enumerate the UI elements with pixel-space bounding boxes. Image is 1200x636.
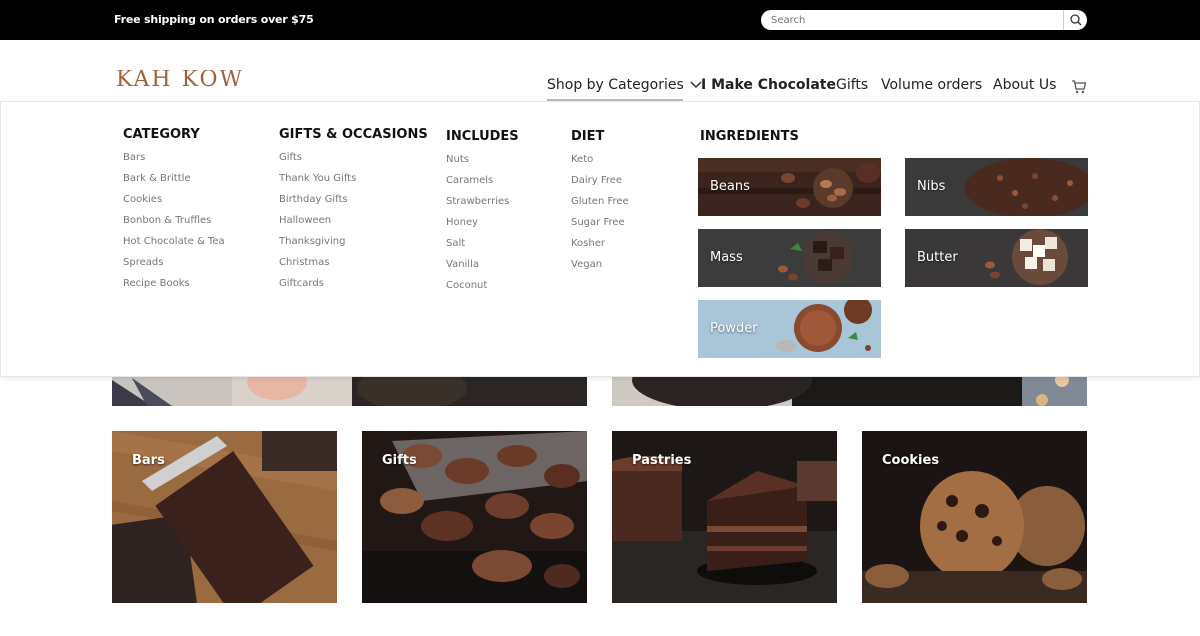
menu-item-sugar-free[interactable]: Sugar Free bbox=[571, 217, 625, 228]
menu-heading-ingredients: INGREDIENTS bbox=[700, 129, 799, 144]
menu-item-salt[interactable]: Salt bbox=[446, 238, 465, 249]
menu-item-dairy-free[interactable]: Dairy Free bbox=[571, 175, 622, 186]
category-card-bars[interactable]: Bars bbox=[112, 431, 337, 603]
search-box[interactable] bbox=[761, 10, 1087, 30]
ingredient-tile-mass[interactable]: Mass bbox=[698, 229, 881, 287]
ingredient-tile-beans[interactable]: Beans bbox=[698, 158, 881, 216]
menu-item-halloween[interactable]: Halloween bbox=[279, 215, 331, 226]
menu-item-kosher[interactable]: Kosher bbox=[571, 238, 605, 249]
menu-item-nuts[interactable]: Nuts bbox=[446, 154, 469, 165]
menu-heading-includes: INCLUDES bbox=[446, 129, 519, 144]
cart-button[interactable] bbox=[1071, 79, 1087, 98]
search-icon bbox=[1070, 14, 1082, 26]
nav-label: Shop by Categories bbox=[547, 77, 684, 93]
menu-item-thank-you-gifts[interactable]: Thank You Gifts bbox=[279, 173, 356, 184]
menu-item-vegan[interactable]: Vegan bbox=[571, 259, 602, 270]
menu-item-keto[interactable]: Keto bbox=[571, 154, 593, 165]
menu-heading-diet: DIET bbox=[571, 129, 605, 144]
menu-item-bonbon-truffles[interactable]: Bonbon & Truffles bbox=[123, 215, 211, 226]
shipping-banner: Free shipping on orders over $75 bbox=[114, 13, 314, 26]
card-label: Bars bbox=[132, 453, 165, 468]
nav-i-make-chocolate[interactable]: I Make Chocolate bbox=[701, 77, 836, 93]
menu-item-cookies[interactable]: Cookies bbox=[123, 194, 162, 205]
menu-item-recipe-books[interactable]: Recipe Books bbox=[123, 278, 190, 289]
menu-item-birthday-gifts[interactable]: Birthday Gifts bbox=[279, 194, 348, 205]
menu-item-gluten-free[interactable]: Gluten Free bbox=[571, 196, 629, 207]
category-card-cookies[interactable]: Cookies bbox=[862, 431, 1087, 603]
menu-item-thanksgiving[interactable]: Thanksgiving bbox=[279, 236, 345, 247]
menu-item-vanilla[interactable]: Vanilla bbox=[446, 259, 479, 270]
nav-gifts[interactable]: Gifts bbox=[836, 77, 868, 93]
category-card-pastries[interactable]: Pastries bbox=[612, 431, 837, 603]
menu-item-spreads[interactable]: Spreads bbox=[123, 257, 163, 268]
nav-shop-by-categories[interactable]: Shop by Categories bbox=[547, 77, 702, 93]
category-card-gifts[interactable]: Gifts bbox=[362, 431, 587, 603]
ingredient-tile-nibs[interactable]: Nibs bbox=[905, 158, 1088, 216]
menu-item-caramels[interactable]: Caramels bbox=[446, 175, 493, 186]
menu-item-honey[interactable]: Honey bbox=[446, 217, 478, 228]
top-bar: Free shipping on orders over $75 bbox=[0, 0, 1200, 40]
menu-heading-category: CATEGORY bbox=[123, 127, 200, 142]
tile-label: Mass bbox=[710, 250, 743, 265]
card-label: Gifts bbox=[382, 453, 417, 468]
tile-label: Powder bbox=[710, 321, 758, 336]
menu-item-strawberries[interactable]: Strawberries bbox=[446, 196, 509, 207]
logo[interactable]: KAH KOW bbox=[116, 70, 244, 101]
categories-mega-menu: CATEGORY Bars Bark & Brittle Cookies Bon… bbox=[0, 101, 1200, 377]
menu-item-giftcards[interactable]: Giftcards bbox=[279, 278, 324, 289]
tile-label: Nibs bbox=[917, 179, 946, 194]
nav-about-us[interactable]: About Us bbox=[993, 77, 1056, 93]
menu-item-christmas[interactable]: Christmas bbox=[279, 257, 329, 268]
tile-label: Beans bbox=[710, 179, 750, 194]
menu-item-bars[interactable]: Bars bbox=[123, 152, 145, 163]
search-button[interactable] bbox=[1063, 10, 1087, 30]
cart-icon bbox=[1072, 80, 1087, 94]
menu-heading-gifts-occasions: GIFTS & OCCASIONS bbox=[279, 127, 428, 142]
card-label: Pastries bbox=[632, 453, 692, 468]
menu-item-gifts[interactable]: Gifts bbox=[279, 152, 302, 163]
menu-item-bark-brittle[interactable]: Bark & Brittle bbox=[123, 173, 191, 184]
card-label: Cookies bbox=[882, 453, 940, 468]
menu-item-coconut[interactable]: Coconut bbox=[446, 280, 487, 291]
ingredient-tile-butter[interactable]: Butter bbox=[905, 229, 1088, 287]
tile-label: Butter bbox=[917, 250, 958, 265]
search-input[interactable] bbox=[771, 12, 1061, 28]
nav-volume-orders[interactable]: Volume orders bbox=[881, 77, 982, 93]
menu-item-hot-chocolate-tea[interactable]: Hot Chocolate & Tea bbox=[123, 236, 225, 247]
ingredient-tile-powder[interactable]: Powder bbox=[698, 300, 881, 358]
